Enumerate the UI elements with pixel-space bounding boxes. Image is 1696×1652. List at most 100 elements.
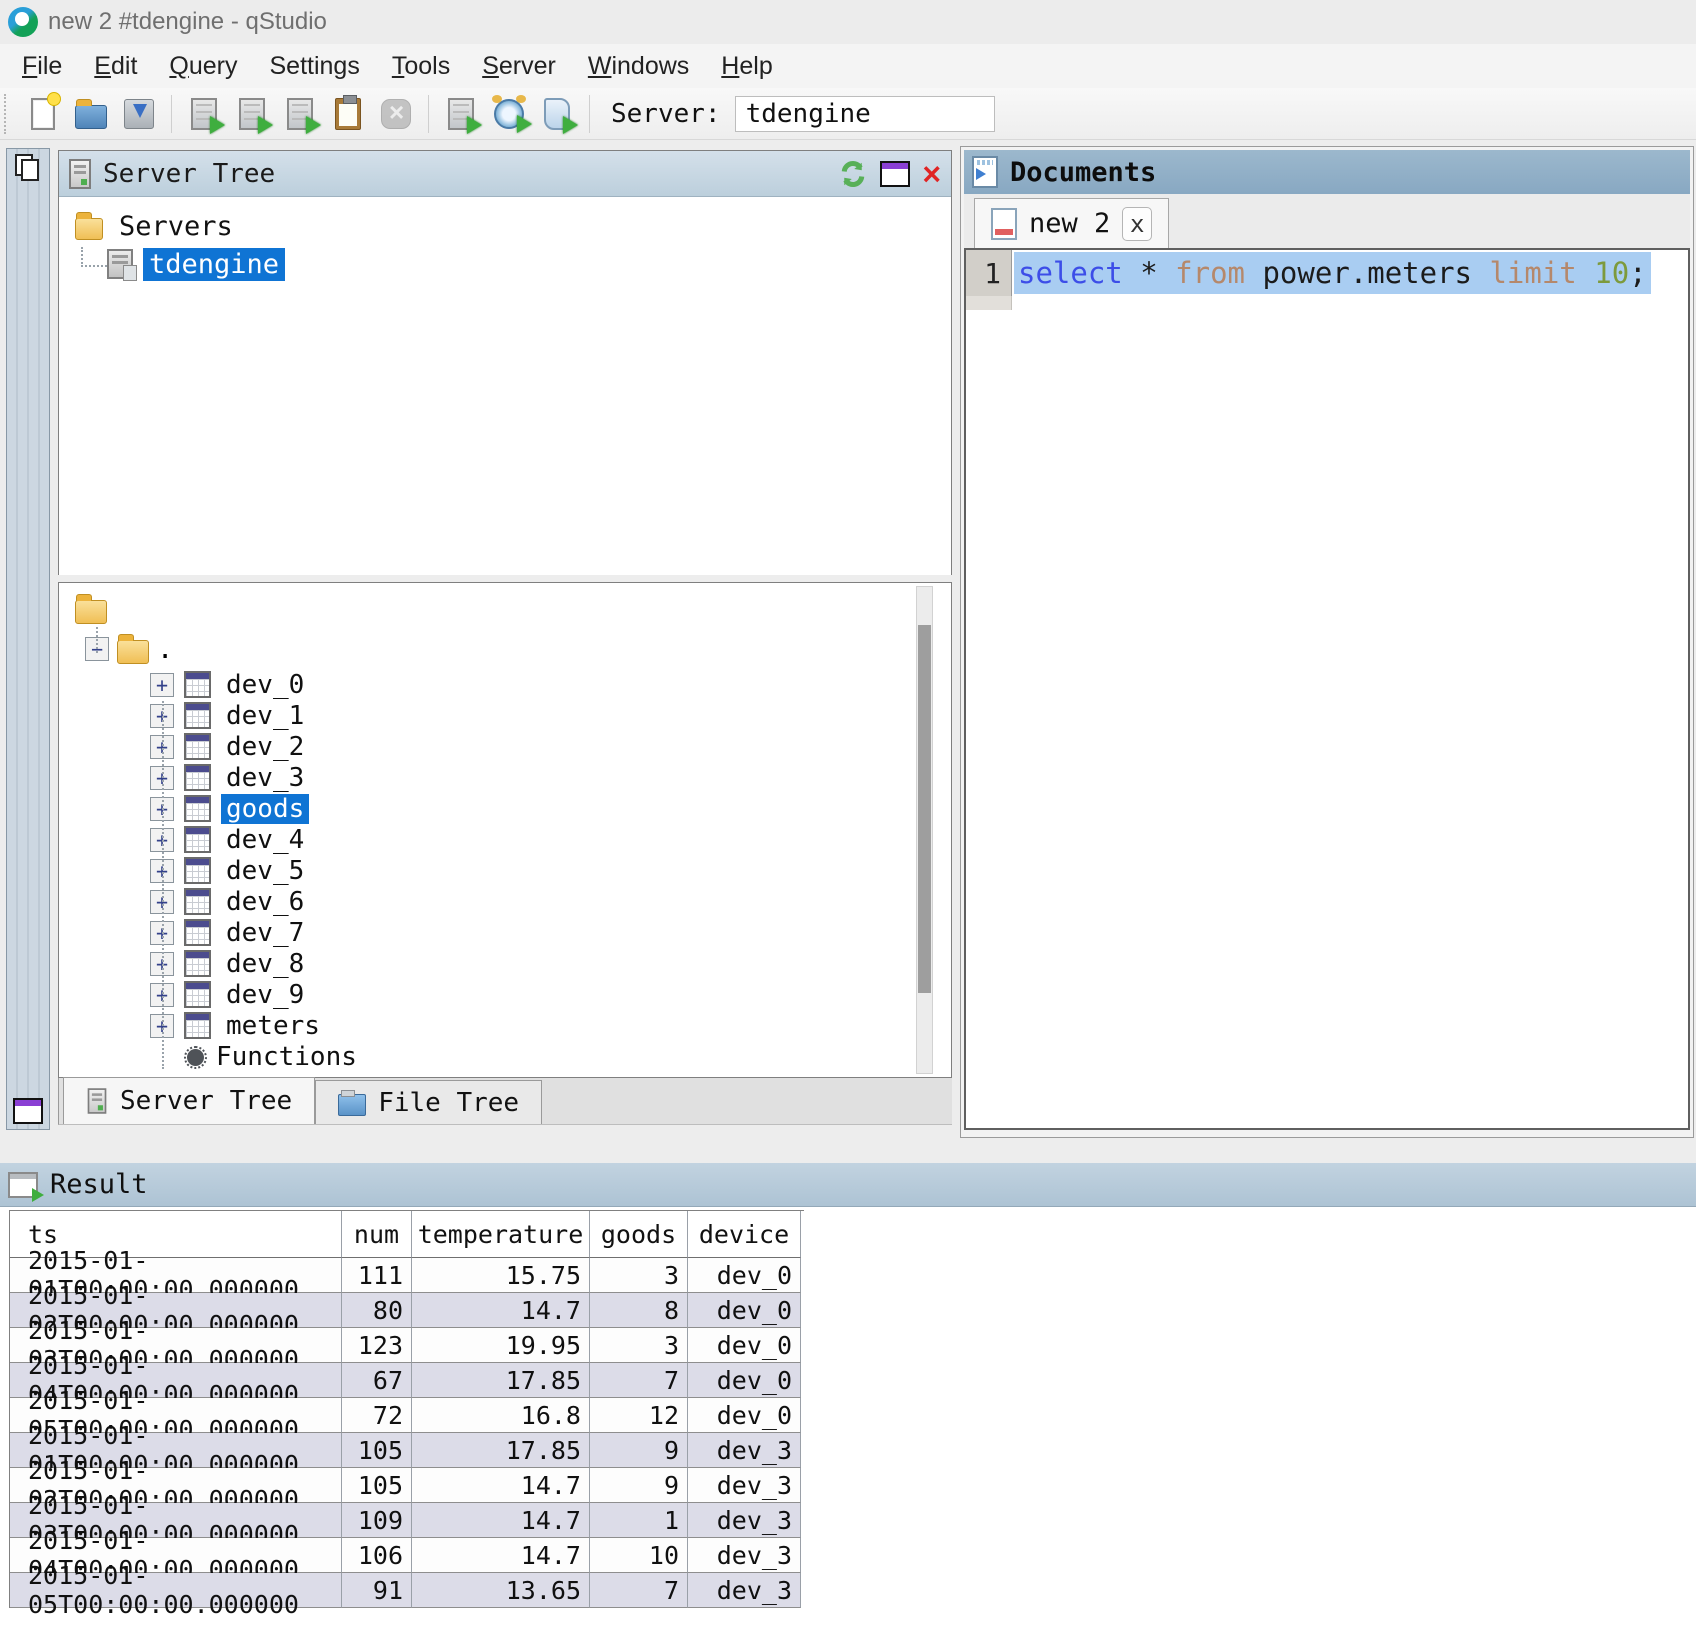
popout-window-icon[interactable] xyxy=(880,161,910,187)
tree-item-dev_1[interactable]: +dev_1 xyxy=(59,700,951,731)
tab-server-tree[interactable]: Server Tree xyxy=(63,1077,315,1124)
tree-item-dev_0[interactable]: +dev_0 xyxy=(59,669,951,700)
result-cell[interactable]: 13.65 xyxy=(412,1573,590,1608)
result-cell[interactable]: 17.85 xyxy=(412,1363,590,1398)
expand-icon[interactable]: + xyxy=(150,797,174,821)
result-cell[interactable]: 14.7 xyxy=(412,1503,590,1538)
result-cell[interactable]: 9 xyxy=(590,1433,688,1468)
result-cell[interactable]: 7 xyxy=(590,1573,688,1608)
code-line-1[interactable]: select * from power.meters limit 10; xyxy=(1014,250,1651,296)
result-cell[interactable]: dev_3 xyxy=(688,1538,801,1573)
menu-settings[interactable]: Settings xyxy=(253,48,375,85)
tree-item-dev_9[interactable]: +dev_9 xyxy=(59,979,951,1010)
result-cell[interactable]: 109 xyxy=(342,1503,412,1538)
result-cell[interactable]: 12 xyxy=(590,1398,688,1433)
result-cell[interactable]: dev_0 xyxy=(688,1328,801,1363)
tree-item-dev_7[interactable]: +dev_7 xyxy=(59,917,951,948)
menu-server[interactable]: Server xyxy=(466,48,572,85)
expand-icon[interactable]: + xyxy=(150,704,174,728)
result-cell[interactable]: 91 xyxy=(342,1573,412,1608)
result-cell[interactable]: dev_3 xyxy=(688,1468,801,1503)
menu-query[interactable]: Query xyxy=(153,48,253,85)
column-header-goods[interactable]: goods xyxy=(590,1211,688,1258)
expand-icon[interactable]: + xyxy=(150,890,174,914)
result-cell[interactable]: dev_3 xyxy=(688,1433,801,1468)
result-cell[interactable]: 106 xyxy=(342,1538,412,1573)
expand-icon[interactable]: + xyxy=(150,983,174,1007)
result-cell[interactable]: 17.85 xyxy=(412,1433,590,1468)
expand-icon[interactable]: + xyxy=(150,735,174,759)
result-cell[interactable]: 3 xyxy=(590,1328,688,1363)
tree-item-meters[interactable]: +meters xyxy=(59,1010,951,1041)
schedule-query-button[interactable] xyxy=(488,93,530,135)
paste-button[interactable] xyxy=(327,93,369,135)
collapse-icon[interactable]: − xyxy=(85,637,109,661)
column-header-temperature[interactable]: temperature xyxy=(412,1211,590,1258)
result-cell[interactable]: 14.7 xyxy=(412,1538,590,1573)
menu-windows[interactable]: Windows xyxy=(572,48,705,85)
tree-item-dev_6[interactable]: +dev_6 xyxy=(59,886,951,917)
tree-item-tdengine[interactable]: tdengine xyxy=(107,245,285,283)
result-cell[interactable]: 1 xyxy=(590,1503,688,1538)
result-cell[interactable]: 105 xyxy=(342,1468,412,1503)
tab-file-tree[interactable]: File Tree xyxy=(315,1080,542,1124)
tree-item-goods[interactable]: +goods xyxy=(59,793,951,824)
schema-tree-scrollbar[interactable] xyxy=(916,586,933,1074)
run-selection-button[interactable] xyxy=(279,93,321,135)
tree-item-dev_8[interactable]: +dev_8 xyxy=(59,948,951,979)
refresh-icon[interactable] xyxy=(838,159,868,189)
result-cell[interactable]: 8 xyxy=(590,1293,688,1328)
run-current-statement-button[interactable] xyxy=(231,93,273,135)
expand-icon[interactable]: + xyxy=(150,673,174,697)
expand-icon[interactable]: + xyxy=(150,828,174,852)
menu-edit[interactable]: Edit xyxy=(78,48,153,85)
result-cell[interactable]: 105 xyxy=(342,1433,412,1468)
result-cell[interactable]: 16.8 xyxy=(412,1398,590,1433)
result-cell[interactable]: 67 xyxy=(342,1363,412,1398)
open-file-button[interactable] xyxy=(70,93,112,135)
result-cell[interactable]: dev_0 xyxy=(688,1398,801,1433)
menu-tools[interactable]: Tools xyxy=(376,48,466,85)
tree-item-functions[interactable]: Functions xyxy=(59,1041,951,1073)
tree-item-dev_3[interactable]: +dev_3 xyxy=(59,762,951,793)
tree-item-dot-schema[interactable]: − . xyxy=(59,629,951,669)
column-header-num[interactable]: num xyxy=(342,1211,412,1258)
restore-window-icon[interactable] xyxy=(13,1098,43,1124)
result-cell[interactable]: dev_0 xyxy=(688,1363,801,1398)
tree-item-servers[interactable]: Servers xyxy=(59,207,951,245)
result-cell[interactable]: dev_0 xyxy=(688,1293,801,1328)
result-cell[interactable]: 80 xyxy=(342,1293,412,1328)
result-cell[interactable]: dev_3 xyxy=(688,1503,801,1538)
new-document-button[interactable] xyxy=(22,93,64,135)
cascade-windows-icon[interactable] xyxy=(15,154,41,182)
tree-item-database-root[interactable] xyxy=(59,589,951,629)
send-query-to-server-button[interactable] xyxy=(440,93,482,135)
result-cell[interactable]: 14.7 xyxy=(412,1468,590,1503)
menu-help[interactable]: Help xyxy=(705,48,788,85)
menu-file[interactable]: File xyxy=(6,48,78,85)
result-cell[interactable]: 2015-01-05T00:00:00.000000 xyxy=(10,1573,342,1608)
result-cell[interactable]: 72 xyxy=(342,1398,412,1433)
result-cell[interactable]: 9 xyxy=(590,1468,688,1503)
expand-icon[interactable]: + xyxy=(150,1014,174,1038)
save-button[interactable] xyxy=(118,93,160,135)
sql-editor[interactable]: 1 select * from power.meters limit 10; xyxy=(964,248,1690,1130)
expand-icon[interactable]: + xyxy=(150,952,174,976)
server-select[interactable]: tdengine xyxy=(735,96,995,132)
expand-icon[interactable]: + xyxy=(150,859,174,883)
tree-item-dev_2[interactable]: +dev_2 xyxy=(59,731,951,762)
result-cell[interactable]: 15.75 xyxy=(412,1258,590,1293)
cancel-query-button[interactable] xyxy=(375,93,417,135)
column-header-device[interactable]: device xyxy=(688,1211,801,1258)
result-cell[interactable]: 123 xyxy=(342,1328,412,1363)
expand-icon[interactable]: + xyxy=(150,766,174,790)
run-query-button[interactable] xyxy=(183,93,225,135)
result-cell[interactable]: 7 xyxy=(590,1363,688,1398)
tab-new-2[interactable]: new 2 x xyxy=(974,198,1169,248)
expand-icon[interactable]: + xyxy=(150,921,174,945)
tree-item-dev_5[interactable]: +dev_5 xyxy=(59,855,951,886)
result-cell[interactable]: 19.95 xyxy=(412,1328,590,1363)
result-cell[interactable]: 3 xyxy=(590,1258,688,1293)
result-cell[interactable]: 10 xyxy=(590,1538,688,1573)
tree-item-dev_4[interactable]: +dev_4 xyxy=(59,824,951,855)
